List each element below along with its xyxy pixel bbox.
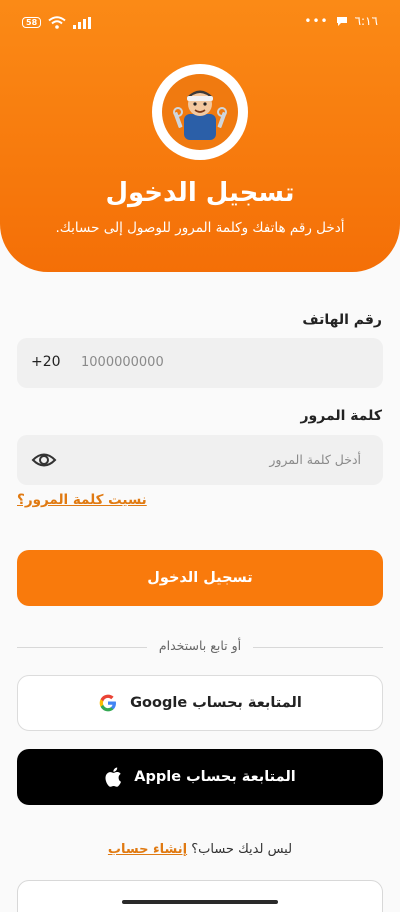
phone-field[interactable]: +20 1000000000 [17, 338, 383, 388]
home-indicator[interactable] [122, 900, 278, 904]
logo-badge [152, 64, 248, 160]
google-icon [99, 694, 117, 712]
status-time: ٦:١٦ [354, 14, 378, 28]
google-signin-button[interactable]: المتابعة بحساب Google [17, 675, 383, 731]
apple-button-label: المتابعة بحساب Apple [134, 769, 296, 785]
status-bar: 58 ••• ٦:١٦ [0, 0, 400, 46]
bottom-card[interactable] [17, 880, 383, 912]
signal-icon [73, 16, 92, 29]
signup-prompt: ليس لديك حساب؟ [191, 842, 293, 857]
eye-icon[interactable] [31, 448, 57, 472]
more-dots-icon: ••• [304, 14, 329, 28]
forgot-password-link[interactable]: نسيت كلمة المرور؟ [17, 492, 147, 508]
phone-placeholder: 1000000000 [81, 355, 164, 370]
signup-row: ليس لديك حساب؟ إنشاء حساب [0, 842, 400, 857]
password-field[interactable]: أدخل كلمة المرور [17, 435, 383, 485]
password-label: كلمة المرور [300, 408, 382, 424]
wifi-icon [48, 16, 66, 29]
apple-icon [105, 767, 122, 787]
page-subtitle: أدخل رقم هاتفك وكلمة المرور للوصول إلى ح… [55, 220, 345, 236]
mechanic-logo-icon [162, 74, 238, 150]
battery-icon: 58 [22, 17, 42, 28]
page-title: تسجيل الدخول [105, 178, 295, 208]
country-code[interactable]: +20 [31, 354, 61, 370]
google-button-label: المتابعة بحساب Google [130, 695, 302, 711]
divider: أو تابع باستخدام [17, 638, 383, 653]
phone-label: رقم الهاتف [302, 312, 382, 328]
apple-signin-button[interactable]: المتابعة بحساب Apple [17, 749, 383, 805]
signup-link[interactable]: إنشاء حساب [108, 842, 187, 857]
login-button[interactable]: تسجيل الدخول [17, 550, 383, 606]
notification-icon [336, 17, 347, 26]
divider-text: أو تابع باستخدام [158, 638, 242, 653]
password-placeholder: أدخل كلمة المرور [269, 452, 361, 467]
